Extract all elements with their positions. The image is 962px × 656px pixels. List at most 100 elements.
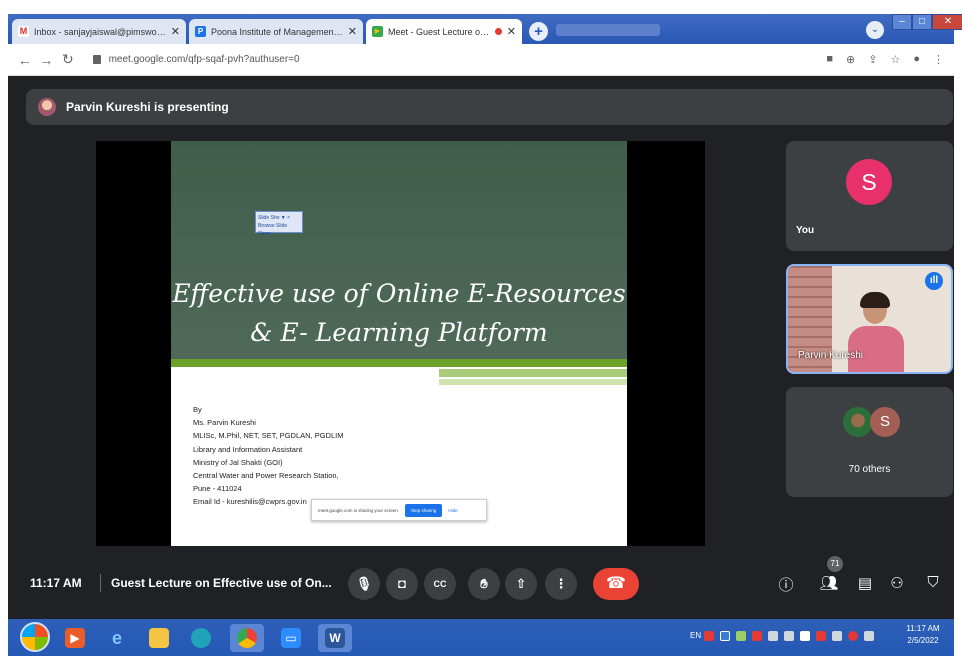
host-controls-icon[interactable]: ⛉ [923, 574, 943, 591]
app-zoom[interactable]: ▭ [274, 624, 308, 652]
tab-meet[interactable]: ▶ Meet - Guest Lecture on Eff... ✕ [366, 19, 522, 44]
slideshow-popup[interactable]: Slide Sho ▼ × Browse Slide Show [255, 211, 303, 237]
meeting-details-icon[interactable]: ⓘ [776, 574, 796, 595]
participant-tile-presenter[interactable]: ıll Parvin Kureshi [786, 264, 953, 374]
participant-tile-you[interactable]: S You [786, 141, 953, 251]
folder-icon [149, 628, 169, 648]
raise-hand-icon[interactable]: ✋︎ [468, 568, 500, 600]
app-chrome[interactable]: ▶ [58, 624, 92, 652]
reload-icon[interactable]: ↻ [57, 51, 79, 68]
media-player-icon: ▶ [65, 628, 85, 648]
share-notice-text: meet.google.com is sharing your screen. [318, 507, 400, 513]
stop-sharing-button[interactable]: Stop sharing [405, 503, 443, 517]
blurred-tab-area [556, 24, 660, 36]
more-options-icon[interactable]: ⋮ [545, 568, 577, 600]
chat-icon[interactable]: ▤ [855, 574, 875, 592]
zoom-icon: ▭ [281, 628, 301, 648]
recording-icon [494, 28, 502, 35]
new-tab-button[interactable]: + [529, 22, 548, 41]
start-button[interactable] [20, 622, 50, 652]
window-controls: – □ ✕ [892, 14, 962, 32]
share-icon[interactable]: ⇪ [868, 53, 877, 66]
presenting-text: Parvin Kureshi is presenting [66, 100, 229, 114]
slide-line: By [193, 405, 202, 414]
end-call-button[interactable]: ☎︎ [593, 568, 639, 600]
zoom-icon[interactable]: ⊕ [846, 53, 855, 66]
system-tray [704, 631, 874, 641]
windows-taskbar: ▶ e ▭ W EN 11:17 AM 2/5/2022 [8, 619, 954, 656]
tray-icon[interactable] [720, 631, 730, 641]
tab-label: Meet - Guest Lecture on Eff... [388, 26, 490, 37]
meeting-title: Guest Lecture on Effective use of On... [111, 576, 332, 590]
slideshow-label: Slide Sho ▼ × [258, 215, 291, 221]
slide-line: Library and Information Assistant [193, 444, 303, 454]
back-icon[interactable]: ← [14, 52, 36, 68]
forward-icon[interactable]: → [36, 52, 58, 68]
others-count-label: 70 others [848, 464, 891, 475]
slide-body-text: By Ms. Parvin Kureshi MLISc, M.Phil, NET… [193, 403, 343, 509]
slide-title-line1: Effective use of Online E-Resources [172, 279, 626, 308]
avatar: S [870, 407, 900, 437]
tab-gmail[interactable]: M Inbox - sanjayjaiswal@pimsworld... ✕ [12, 19, 186, 44]
profile-icon[interactable]: ● [913, 53, 920, 66]
tray-icon[interactable] [784, 631, 794, 641]
close-tab-icon[interactable]: ✕ [507, 25, 516, 38]
slide-divider [171, 359, 627, 367]
app-chrome-active[interactable] [230, 624, 264, 652]
divider [100, 574, 101, 592]
tray-icon[interactable] [704, 631, 714, 641]
present-icon[interactable]: ⇧ [505, 568, 537, 600]
chrome-icon [237, 628, 257, 648]
captions-icon[interactable]: CC [424, 568, 456, 600]
system-clock[interactable]: 11:17 AM 2/5/2022 [901, 623, 945, 647]
tray-icon[interactable] [736, 631, 746, 641]
app-word[interactable]: W [318, 624, 352, 652]
tab-search-icon[interactable]: ⌄ [866, 21, 884, 39]
slide-line: Pune - 411024 [193, 484, 242, 494]
tray-icon[interactable] [752, 631, 762, 641]
activities-icon[interactable]: ⚇ [887, 574, 907, 592]
address-bar[interactable]: meet.google.com/qfp-sqaf-pvh?authuser=0 [83, 49, 827, 71]
slide-line: Ms. Parvin Kureshi [193, 418, 256, 428]
hide-button[interactable]: Hide [448, 508, 457, 513]
participant-name: You [796, 225, 815, 236]
maximize-button[interactable]: □ [912, 14, 932, 30]
screen-share-view: Slide Sho ▼ × Browse Slide Show Effectiv… [96, 141, 705, 546]
edge-icon [191, 628, 211, 648]
app-edge[interactable] [184, 624, 218, 652]
tray-icon[interactable] [832, 631, 842, 641]
people-icon[interactable]: 👥︎ [819, 574, 839, 592]
tray-icon[interactable] [848, 631, 858, 641]
camera-icon[interactable]: ◘ [386, 568, 418, 600]
slide-line: Ministry of Jal Shakti (GOI) [193, 457, 283, 467]
url-text: meet.google.com/qfp-sqaf-pvh?authuser=0 [108, 54, 300, 65]
avatar [38, 98, 56, 116]
tray-icon[interactable] [816, 631, 826, 641]
network-icon[interactable] [768, 631, 778, 641]
app-explorer[interactable] [142, 624, 176, 652]
meet-window: Parvin Kureshi is presenting Slide Sho ▼… [8, 76, 954, 619]
avatar [843, 407, 873, 437]
minimize-button[interactable]: – [892, 14, 912, 30]
tray-icon[interactable] [864, 631, 874, 641]
close-window-button[interactable]: ✕ [932, 14, 962, 30]
language-indicator[interactable]: EN [690, 631, 701, 640]
camera-icon[interactable]: ■ [826, 53, 833, 66]
close-tab-icon[interactable]: ✕ [348, 25, 357, 38]
presentation-slide: Slide Sho ▼ × Browse Slide Show Effectiv… [171, 141, 627, 546]
meet-icon: ▶ [372, 26, 383, 37]
microphone-icon[interactable]: 🎙︎ [348, 568, 380, 600]
browse-slideshow-label: Browse Slide Show [258, 223, 288, 237]
menu-icon[interactable]: ⋮ [933, 53, 944, 66]
avatar: S [846, 159, 892, 205]
word-icon: W [325, 628, 345, 648]
close-tab-icon[interactable]: ✕ [171, 25, 180, 38]
browser-tab-strip: M Inbox - sanjayjaiswal@pimsworld... ✕ P… [8, 14, 962, 44]
tab-poona-institute[interactable]: P Poona Institute of Management... ✕ [189, 19, 363, 44]
clock-time: 11:17 AM [906, 624, 940, 633]
participant-tile-others[interactable]: S 70 others [786, 387, 953, 497]
slide-line: Central Water and Power Research Station… [193, 471, 339, 481]
volume-icon[interactable] [800, 631, 810, 641]
app-ie[interactable]: e [100, 624, 134, 652]
star-icon[interactable]: ☆ [890, 53, 900, 66]
